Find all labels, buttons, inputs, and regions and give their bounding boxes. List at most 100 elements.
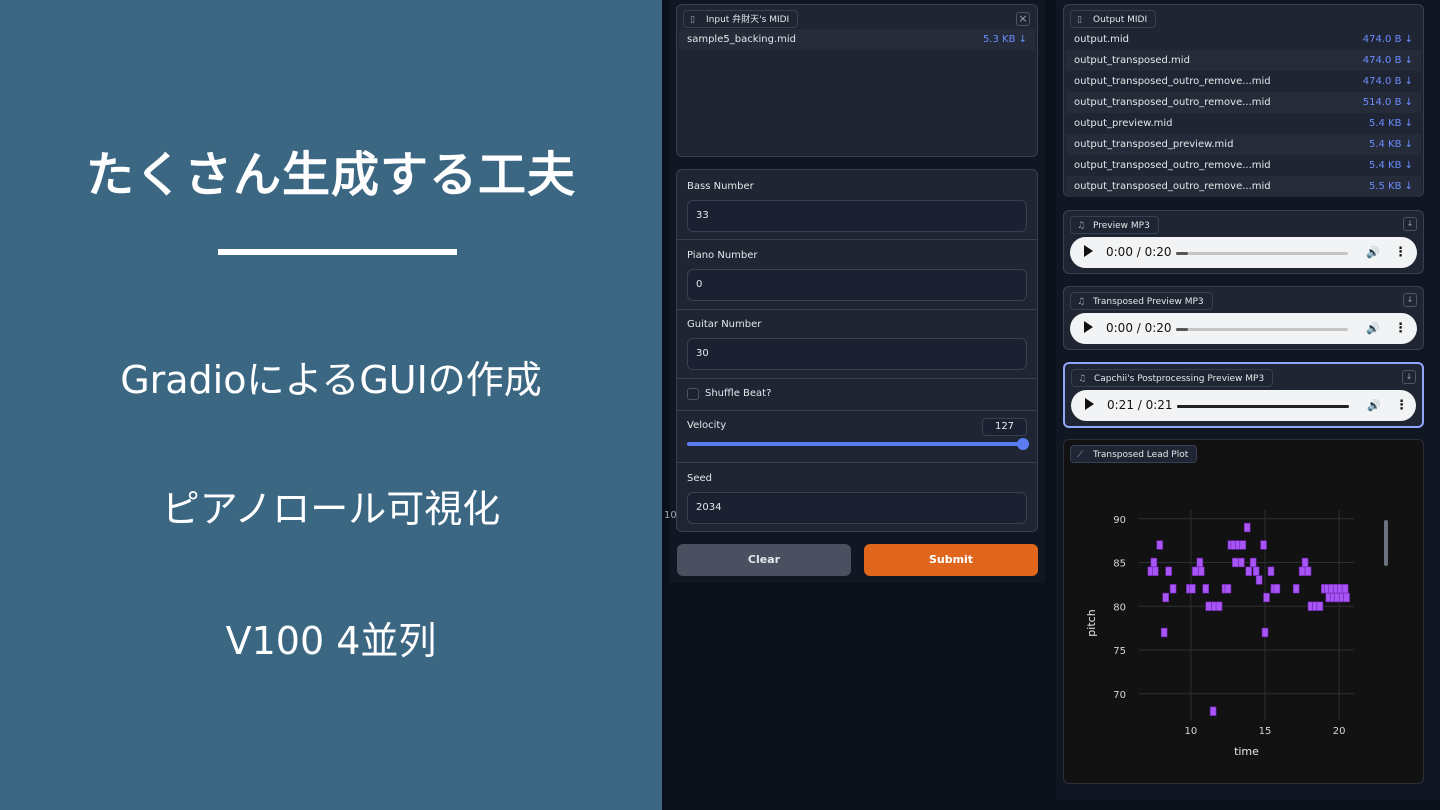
- note-mark[interactable]: [1202, 584, 1210, 594]
- output-file-row[interactable]: output_transposed.mid 474.0 B ↓: [1066, 50, 1421, 71]
- input-file-size[interactable]: 5.3 KB ↓: [983, 29, 1027, 50]
- note-mark[interactable]: [1162, 592, 1169, 603]
- download-icon[interactable]: ↓: [1403, 217, 1417, 231]
- download-icon[interactable]: ↓: [1403, 293, 1417, 307]
- note-mark[interactable]: [1238, 557, 1245, 568]
- more-options-icon[interactable]: ⋮: [1394, 237, 1407, 268]
- note-mark[interactable]: [1192, 566, 1199, 576]
- clear-button[interactable]: Clear: [677, 544, 851, 576]
- output-file-row[interactable]: output_transposed_outro_remove...mid 474.…: [1066, 71, 1421, 92]
- note-mark[interactable]: [1152, 566, 1159, 576]
- plot-scrollbar[interactable]: [1384, 520, 1388, 566]
- seed-input[interactable]: 2034: [687, 492, 1027, 524]
- output-file-size[interactable]: 5.4 KB ↓: [1369, 113, 1413, 134]
- note-mark[interactable]: [1224, 584, 1232, 594]
- note-mark[interactable]: [1261, 627, 1269, 638]
- output-file-name[interactable]: output_transposed.mid: [1074, 50, 1190, 71]
- output-file-size[interactable]: 5.4 KB ↓: [1369, 155, 1413, 176]
- note-mark[interactable]: [1249, 557, 1257, 568]
- audio-progress-fill: [1176, 252, 1188, 255]
- output-file-name[interactable]: output_transposed_outro_remove...mid: [1074, 176, 1271, 197]
- audio-progress-bar[interactable]: [1176, 328, 1348, 331]
- volume-icon[interactable]: 🔊: [1367, 390, 1381, 421]
- audio-player[interactable]: 0:00 / 0:20 🔊 ⋮: [1070, 237, 1417, 268]
- output-file-size[interactable]: 474.0 B ↓: [1363, 29, 1413, 50]
- input-file-name[interactable]: sample5_backing.mid: [687, 29, 796, 50]
- submit-button[interactable]: Submit: [864, 544, 1038, 576]
- input-file-row[interactable]: sample5_backing.mid 5.3 KB ↓: [679, 29, 1035, 50]
- output-file-size[interactable]: 474.0 B ↓: [1363, 71, 1413, 92]
- note-mark[interactable]: [1232, 557, 1239, 568]
- audio-progress-bar[interactable]: [1176, 252, 1348, 255]
- audio-player[interactable]: 0:00 / 0:20 🔊 ⋮: [1070, 313, 1417, 344]
- note-mark[interactable]: [1243, 522, 1251, 533]
- output-file-row[interactable]: output.mid 474.0 B ↓: [1066, 29, 1421, 50]
- y-axis-label: pitch: [1085, 609, 1098, 636]
- output-file-name[interactable]: output_transposed_outro_remove...mid: [1074, 71, 1271, 92]
- output-file-row[interactable]: output_transposed_outro_remove...mid 5.5 …: [1066, 176, 1421, 197]
- output-file-size[interactable]: 474.0 B ↓: [1363, 50, 1413, 71]
- shuffle-beat-checkbox[interactable]: [687, 388, 699, 400]
- note-mark[interactable]: [1215, 601, 1223, 611]
- note-mark[interactable]: [1150, 557, 1158, 568]
- note-mark[interactable]: [1298, 566, 1306, 576]
- note-mark[interactable]: [1267, 566, 1275, 576]
- note-mark[interactable]: [1343, 592, 1350, 603]
- more-options-icon[interactable]: ⋮: [1395, 390, 1408, 421]
- output-file-size[interactable]: 5.5 KB ↓: [1369, 176, 1413, 197]
- play-icon[interactable]: [1085, 398, 1094, 410]
- output-file-row[interactable]: output_transposed_outro_remove...mid 514.…: [1066, 92, 1421, 113]
- note-mark[interactable]: [1160, 627, 1168, 638]
- note-mark[interactable]: [1292, 584, 1300, 594]
- velocity-number-input[interactable]: 127: [982, 418, 1027, 436]
- guitar-number-input[interactable]: 30: [687, 338, 1027, 370]
- output-file-name[interactable]: output_transposed_preview.mid: [1074, 134, 1233, 155]
- output-file-size[interactable]: 514.0 B ↓: [1363, 92, 1413, 113]
- close-icon[interactable]: ×: [1016, 12, 1030, 26]
- note-mark[interactable]: [1205, 601, 1212, 611]
- slide-line-v100: V100 4並列: [225, 619, 437, 663]
- piano-number-input[interactable]: 0: [687, 269, 1027, 301]
- note-mark[interactable]: [1165, 566, 1172, 576]
- note-mark[interactable]: [1209, 706, 1217, 716]
- velocity-slider-track[interactable]: [687, 438, 1029, 450]
- output-file-size[interactable]: 5.4 KB ↓: [1369, 134, 1413, 155]
- output-file-row[interactable]: output_preview.mid 5.4 KB ↓: [1066, 113, 1421, 134]
- audio-player[interactable]: 0:21 / 0:21 🔊 ⋮: [1071, 390, 1416, 421]
- play-icon[interactable]: [1084, 321, 1093, 333]
- output-file-name[interactable]: output.mid: [1074, 29, 1129, 50]
- play-icon[interactable]: [1084, 245, 1093, 257]
- note-mark[interactable]: [1316, 601, 1324, 611]
- output-file-name[interactable]: output_preview.mid: [1074, 113, 1173, 134]
- note-mark[interactable]: [1304, 566, 1312, 576]
- note-mark[interactable]: [1196, 557, 1204, 568]
- note-mark[interactable]: [1189, 584, 1196, 594]
- shuffle-beat-label[interactable]: Shuffle Beat?: [705, 388, 771, 399]
- seed-label: Seed: [687, 473, 712, 484]
- note-mark[interactable]: [1156, 540, 1164, 550]
- volume-icon[interactable]: 🔊: [1366, 313, 1380, 344]
- note-mark[interactable]: [1260, 540, 1267, 550]
- download-icon[interactable]: ↓: [1402, 370, 1416, 384]
- more-options-icon[interactable]: ⋮: [1394, 313, 1407, 344]
- note-mark[interactable]: [1341, 584, 1349, 594]
- bass-number-input[interactable]: 33: [687, 200, 1027, 232]
- note-mark[interactable]: [1245, 566, 1253, 576]
- note-mark[interactable]: [1263, 592, 1270, 603]
- note-mark[interactable]: [1239, 540, 1247, 550]
- output-file-row[interactable]: output_transposed_preview.mid 5.4 KB ↓: [1066, 134, 1421, 155]
- note-mark[interactable]: [1273, 584, 1281, 594]
- note-mark[interactable]: [1252, 566, 1260, 576]
- audio-progress-bar[interactable]: [1177, 405, 1349, 408]
- output-file-name[interactable]: output_transposed_outro_remove...mid: [1074, 155, 1271, 176]
- pianoroll-plot[interactable]: 70 75 80 85 90 10 15 20 time pitch: [1064, 440, 1425, 785]
- note-mark[interactable]: [1255, 575, 1263, 585]
- volume-icon[interactable]: 🔊: [1366, 237, 1380, 268]
- output-file-name[interactable]: output_transposed_outro_remove...mid: [1074, 92, 1271, 113]
- output-file-row[interactable]: output_transposed_outro_remove...mid 5.4 …: [1066, 155, 1421, 176]
- velocity-slider-thumb[interactable]: [1017, 438, 1029, 450]
- note-mark[interactable]: [1301, 557, 1309, 568]
- note-mark[interactable]: [1169, 584, 1177, 594]
- note-mark[interactable]: [1197, 566, 1205, 576]
- file-icon: ▯: [1077, 15, 1082, 25]
